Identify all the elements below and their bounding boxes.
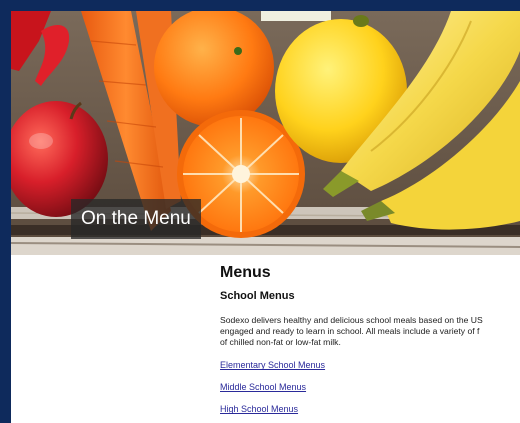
intro-line: engaged and ready to learn in school. Al… — [220, 325, 480, 336]
main-content: Menus School Menus Sodexo delivers healt… — [220, 263, 520, 415]
intro-line: of chilled non-fat or low-fat milk. — [220, 336, 341, 347]
middle-school-menus-link[interactable]: Middle School Menus — [220, 381, 520, 393]
high-school-menus-link[interactable]: High School Menus — [220, 403, 520, 415]
hero-banner: On the Menu — [11, 11, 520, 255]
intro-line: Sodexo delivers healthy and delicious sc… — [220, 315, 483, 325]
page-frame: On the Menu Menus School Menus Sodexo de… — [11, 11, 520, 423]
intro-paragraph: Sodexo delivers healthy and delicious sc… — [220, 315, 520, 347]
elementary-school-menus-link[interactable]: Elementary School Menus — [220, 359, 520, 371]
hero-caption: On the Menu — [71, 199, 201, 239]
page-title: Menus — [220, 264, 271, 281]
section-title: School Menus — [220, 290, 295, 302]
